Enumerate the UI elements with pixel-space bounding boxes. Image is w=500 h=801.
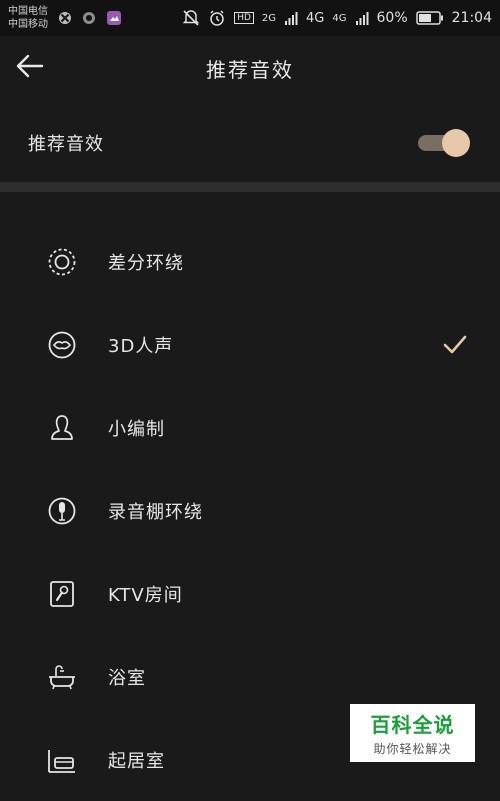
list-item-surround[interactable]: 差分环绕 bbox=[0, 220, 500, 303]
signal-icon bbox=[285, 12, 298, 25]
app-icon bbox=[83, 12, 95, 24]
item-label: 差分环绕 bbox=[108, 252, 184, 274]
person-bust-icon bbox=[46, 412, 78, 444]
status-right: HD 2G 4G 4G 60% 21:04 bbox=[182, 9, 492, 27]
mute-icon bbox=[182, 10, 200, 26]
ktv-mic-icon bbox=[46, 578, 78, 610]
signal-icon-2 bbox=[355, 12, 369, 25]
network-4g: 4G bbox=[306, 10, 325, 26]
toggle-label: 推荐音效 bbox=[28, 134, 104, 155]
image-icon bbox=[107, 11, 121, 25]
status-left: 中国电信 中国移动 bbox=[8, 5, 122, 31]
list-item-small-ensemble[interactable]: 小编制 bbox=[0, 386, 500, 469]
surround-icon bbox=[46, 246, 78, 278]
switch-thumb bbox=[442, 129, 470, 157]
item-label: KTV房间 bbox=[108, 584, 183, 606]
microphone-icon bbox=[46, 495, 78, 527]
carrier-info: 中国电信 中国移动 bbox=[8, 5, 48, 31]
list-item-3d-vocal[interactable]: 3D人声 bbox=[0, 303, 500, 386]
item-label: 浴室 bbox=[108, 667, 146, 689]
page-title: 推荐音效 bbox=[206, 57, 294, 82]
watermark-logo: 百科全说 助你轻松解决 bbox=[350, 704, 475, 762]
battery-percent: 60% bbox=[376, 10, 408, 26]
xbox-icon bbox=[59, 12, 71, 24]
app-bar: 推荐音效 bbox=[0, 36, 500, 100]
watermark-main-text: 百科全说 bbox=[370, 713, 455, 737]
alarm-icon bbox=[210, 10, 224, 26]
back-arrow-icon[interactable] bbox=[14, 50, 46, 82]
network-4g-small: 4G bbox=[332, 12, 347, 24]
item-label: 3D人声 bbox=[108, 335, 174, 357]
checkmark-icon bbox=[443, 335, 467, 354]
item-label: 起居室 bbox=[108, 750, 165, 772]
notification-icons bbox=[58, 10, 122, 26]
section-divider bbox=[0, 182, 500, 192]
status-bar: 中国电信 中国移动 HD 2G 4G 4G 60% 21:04 bbox=[0, 0, 500, 36]
lips-icon bbox=[46, 329, 78, 361]
bathtub-icon bbox=[46, 661, 78, 693]
clock: 21:04 bbox=[451, 10, 492, 26]
recommended-effects-switch[interactable] bbox=[418, 129, 470, 157]
network-2g: 2G bbox=[261, 12, 277, 24]
list-item-studio-surround[interactable]: 录音棚环绕 bbox=[0, 469, 500, 552]
carrier-2: 中国移动 bbox=[8, 19, 48, 30]
recommended-effects-toggle-row[interactable]: 推荐音效 bbox=[0, 110, 500, 176]
list-item-ktv-room[interactable]: KTV房间 bbox=[0, 552, 500, 635]
carrier-1: 中国电信 bbox=[8, 6, 48, 17]
item-label: 录音棚环绕 bbox=[108, 501, 203, 523]
watermark-sub-text: 助你轻松解决 bbox=[373, 742, 452, 756]
hd-badge: HD bbox=[234, 12, 254, 24]
battery-icon bbox=[415, 11, 443, 25]
sofa-icon bbox=[46, 744, 78, 776]
item-label: 小编制 bbox=[108, 418, 165, 440]
